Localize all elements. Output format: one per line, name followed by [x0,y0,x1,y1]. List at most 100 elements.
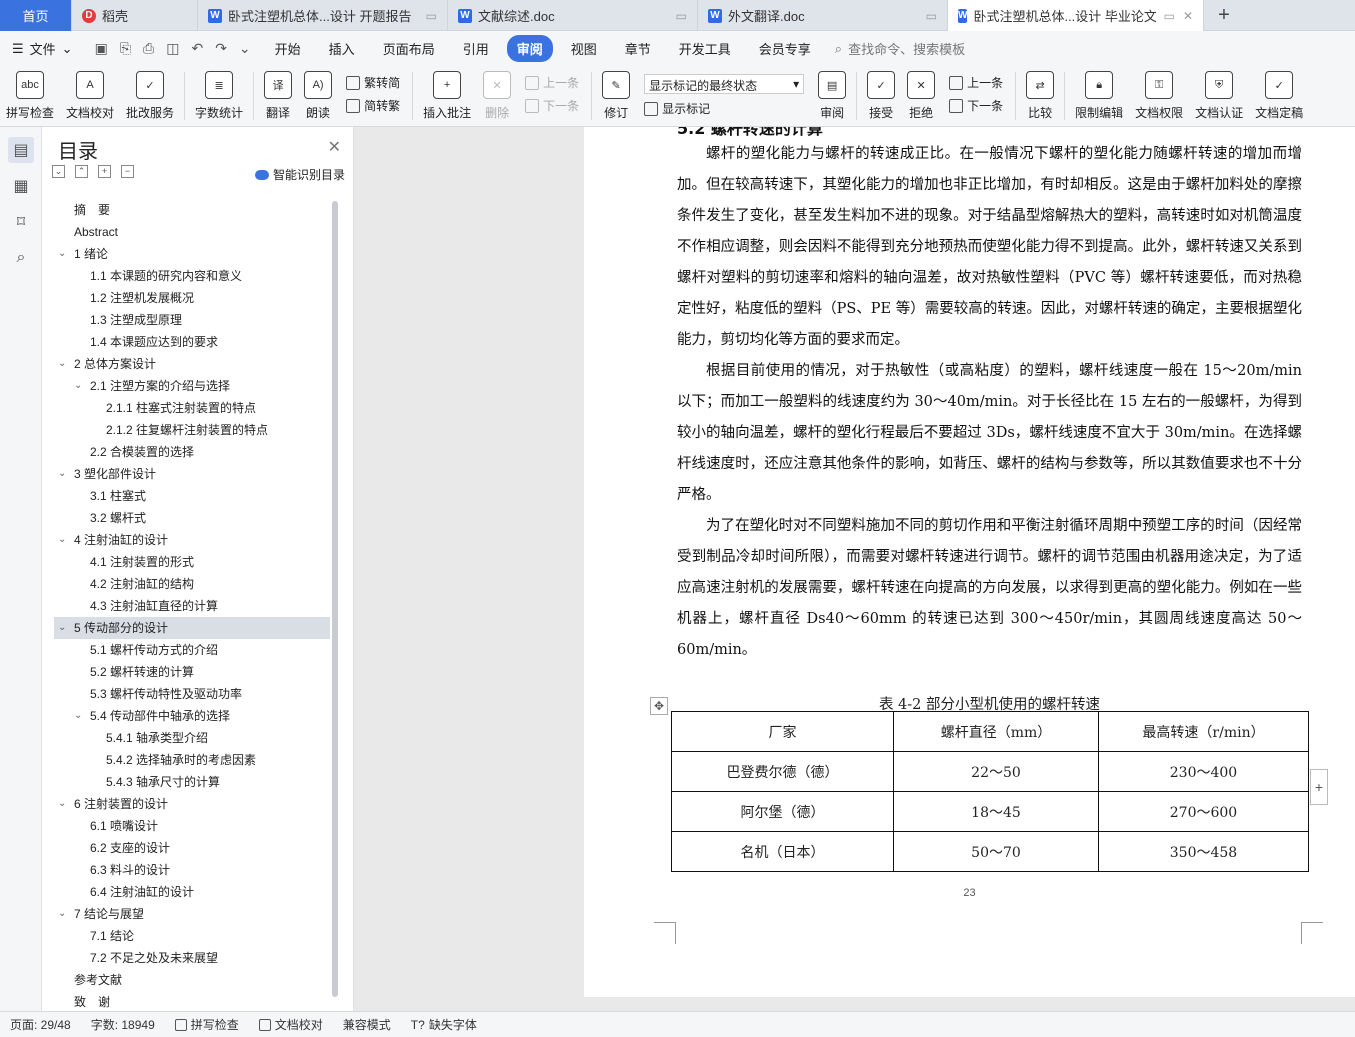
toc-item[interactable]: 6.3 料斗的设计 [54,859,330,881]
tab-proposal[interactable]: W 卧式注塑机总体...设计 开题报告 ▭ [198,0,448,31]
compare-button[interactable]: ⇄ 比较 [1020,66,1060,121]
toc-item[interactable]: 3.1 柱塞式 [54,485,330,507]
file-menu[interactable]: ☰ 文件 ⌄ [0,39,85,58]
read-aloud-button[interactable]: A) 朗读 [298,66,338,121]
chevron-down-icon[interactable]: ⌄ [74,705,82,727]
doc-proof-button[interactable]: A 文档校对 [60,66,120,121]
chevron-down-icon[interactable]: ⌄ [58,463,66,485]
chevron-down-icon[interactable]: ⌄ [58,793,66,815]
prev-change-button[interactable]: 上一条 [949,74,1003,91]
chevron-down-icon[interactable]: ⌄ [58,243,66,265]
close-icon[interactable]: ✕ [328,137,341,157]
toc-item[interactable]: 3.2 螺杆式 [54,507,330,529]
spell-check-button[interactable]: abc 拼写检查 [0,66,60,121]
toc-item[interactable]: 7.2 不足之处及未来展望 [54,947,330,969]
accept-button[interactable]: ✓ 接受 [861,66,901,121]
add-column-icon[interactable]: + [1310,769,1328,805]
menu-insert[interactable]: 插入 [319,35,365,62]
toc-item[interactable]: ⌄ 2 总体方案设计 [54,353,330,375]
search-icon[interactable]: ⌕ [8,245,34,271]
print-icon[interactable]: ⎙ [143,40,154,57]
toc-item[interactable]: 5.2 螺杆转速的计算 [54,661,330,683]
toc-scrollbar[interactable] [332,201,338,997]
tab-translation[interactable]: W 外文翻译.doc ▭ [698,0,948,31]
toc-item[interactable]: ⌄ 6 注射装置的设计 [54,793,330,815]
toc-item[interactable]: 6.1 喷嘴设计 [54,815,330,837]
show-markup-button[interactable]: 显示标记 [644,100,804,117]
menu-references[interactable]: 引用 [453,35,499,62]
chevron-down-icon[interactable]: ⌄ [74,375,82,397]
remove-level-icon[interactable]: − [121,165,134,178]
toc-item[interactable]: 6.2 支座的设计 [54,837,330,859]
chevron-down-icon[interactable]: ⌄ [58,353,66,375]
chevron-down-icon[interactable]: ⌄ [239,40,251,57]
new-tab-button[interactable]: + [1204,0,1244,30]
toc-item[interactable]: 1.3 注塑成型原理 [54,309,330,331]
redo-icon[interactable]: ↷ [215,40,227,57]
toc-item[interactable]: 5.4.3 轴承尺寸的计算 [54,771,330,793]
spell-check-status[interactable]: 拼写检查 [165,1016,249,1033]
body-text[interactable]: 螺杆的塑化能力与螺杆的转速成正比。在一般情况下螺杆的塑化能力随螺杆转速的增加而增… [677,139,1302,666]
toc-item[interactable]: 致 谢 [54,991,330,1013]
review-pane-button[interactable]: ▤ 审阅 [812,66,852,121]
missing-fonts[interactable]: T? 缺失字体 [401,1016,487,1033]
smart-toc-button[interactable]: 智能识别目录 [254,166,345,183]
tab-home[interactable]: 首页 [0,0,72,31]
bookmark-icon[interactable]: ⌑ [8,209,34,235]
page-indicator[interactable]: 页面: 29/48 [0,1016,81,1033]
word-count-indicator[interactable]: 字数: 18949 [81,1016,165,1033]
toc-item[interactable]: ⌄ 3 塑化部件设计 [54,463,330,485]
restrict-editing-button[interactable]: 🔒︎ 限制编辑 [1069,66,1129,121]
simp-to-trad-button[interactable]: 简转繁 [346,97,400,114]
toc-pane-icon[interactable]: ▤ [8,137,34,163]
close-icon[interactable]: ✕ [1183,9,1193,23]
undo-icon[interactable]: ↶ [191,40,203,57]
tab-thesis-active[interactable]: W 卧式注塑机总体...设计 毕业论文 ▭ ✕ [948,0,1204,31]
toc-item[interactable]: 2.1.2 往复螺杆注射装置的特点 [54,419,330,441]
insert-comment-button[interactable]: + 插入批注 [417,66,477,121]
trad-to-simp-button[interactable]: 繁转简 [346,74,400,91]
tab-docer[interactable]: D 稻壳 [72,0,198,31]
add-level-icon[interactable]: + [98,165,111,178]
toc-item[interactable]: 2.1.1 柱塞式注射装置的特点 [54,397,330,419]
doc-permission-button[interactable]: ⚿ 文档权限 [1129,66,1189,121]
menu-developer[interactable]: 开发工具 [669,35,741,62]
menu-layout[interactable]: 页面布局 [373,35,445,62]
reject-button[interactable]: ✕ 拒绝 [901,66,941,121]
speed-table[interactable]: 厂家 螺杆直径（mm） 最高转速（r/min） 巴登费尔德（德） 22～50 2… [671,711,1309,872]
toc-item[interactable]: 4.3 注射油缸直径的计算 [54,595,330,617]
toc-item[interactable]: 5.4.2 选择轴承时的考虑因素 [54,749,330,771]
print-preview-icon[interactable]: ◫ [166,40,179,57]
toc-item[interactable]: 摘 要 [54,199,330,221]
toc-item[interactable]: Abstract [54,221,330,243]
toc-item[interactable]: 4.1 注射装置的形式 [54,551,330,573]
toc-item[interactable]: ⌄ 4 注射油缸的设计 [54,529,330,551]
toc-item[interactable]: 1.2 注塑机发展概况 [54,287,330,309]
table-move-handle-icon[interactable]: ✥ [650,697,668,715]
menu-review[interactable]: 审阅 [506,35,553,62]
toc-item[interactable]: 5.4.1 轴承类型介绍 [54,727,330,749]
menu-start[interactable]: 开始 [265,35,311,62]
markup-state-select[interactable]: 显示标记的最终状态 ▾ [644,74,805,94]
next-comment-button[interactable]: 下一条 [525,97,579,114]
menu-sections[interactable]: 章节 [615,35,661,62]
batch-service-button[interactable]: ✓ 批改服务 [120,66,180,121]
toc-item[interactable]: ⌄ 1 绪论 [54,243,330,265]
toc-item[interactable]: 5.1 螺杆传动方式的介绍 [54,639,330,661]
toc-item[interactable]: 4.2 注射油缸的结构 [54,573,330,595]
save-icon[interactable]: ▣ [95,40,108,57]
toc-item[interactable]: 1.4 本课题应达到的要求 [54,331,330,353]
next-change-button[interactable]: 下一条 [949,97,1003,114]
toc-item[interactable]: ⌄ 5.4 传动部件中轴承的选择 [54,705,330,727]
toc-item[interactable]: 5.3 螺杆传动特性及驱动功率 [54,683,330,705]
toc-item[interactable]: 2.2 合模装置的选择 [54,441,330,463]
command-search[interactable]: ⌕ 查找命令、搜索模板 [835,39,965,58]
tab-review[interactable]: W 文献综述.doc ▭ [448,0,698,31]
toc-item[interactable]: 6.4 注射油缸的设计 [54,881,330,903]
chapter-pane-icon[interactable]: ▦ [8,173,34,199]
export-icon[interactable]: ⎘ [120,40,131,57]
word-count-button[interactable]: ≣ 字数统计 [189,66,249,121]
toc-item[interactable]: ⌄ 7 结论与展望 [54,903,330,925]
toc-item[interactable]: ⌄ 2.1 注塑方案的介绍与选择 [54,375,330,397]
toc-item[interactable]: 参考文献 [54,969,330,991]
